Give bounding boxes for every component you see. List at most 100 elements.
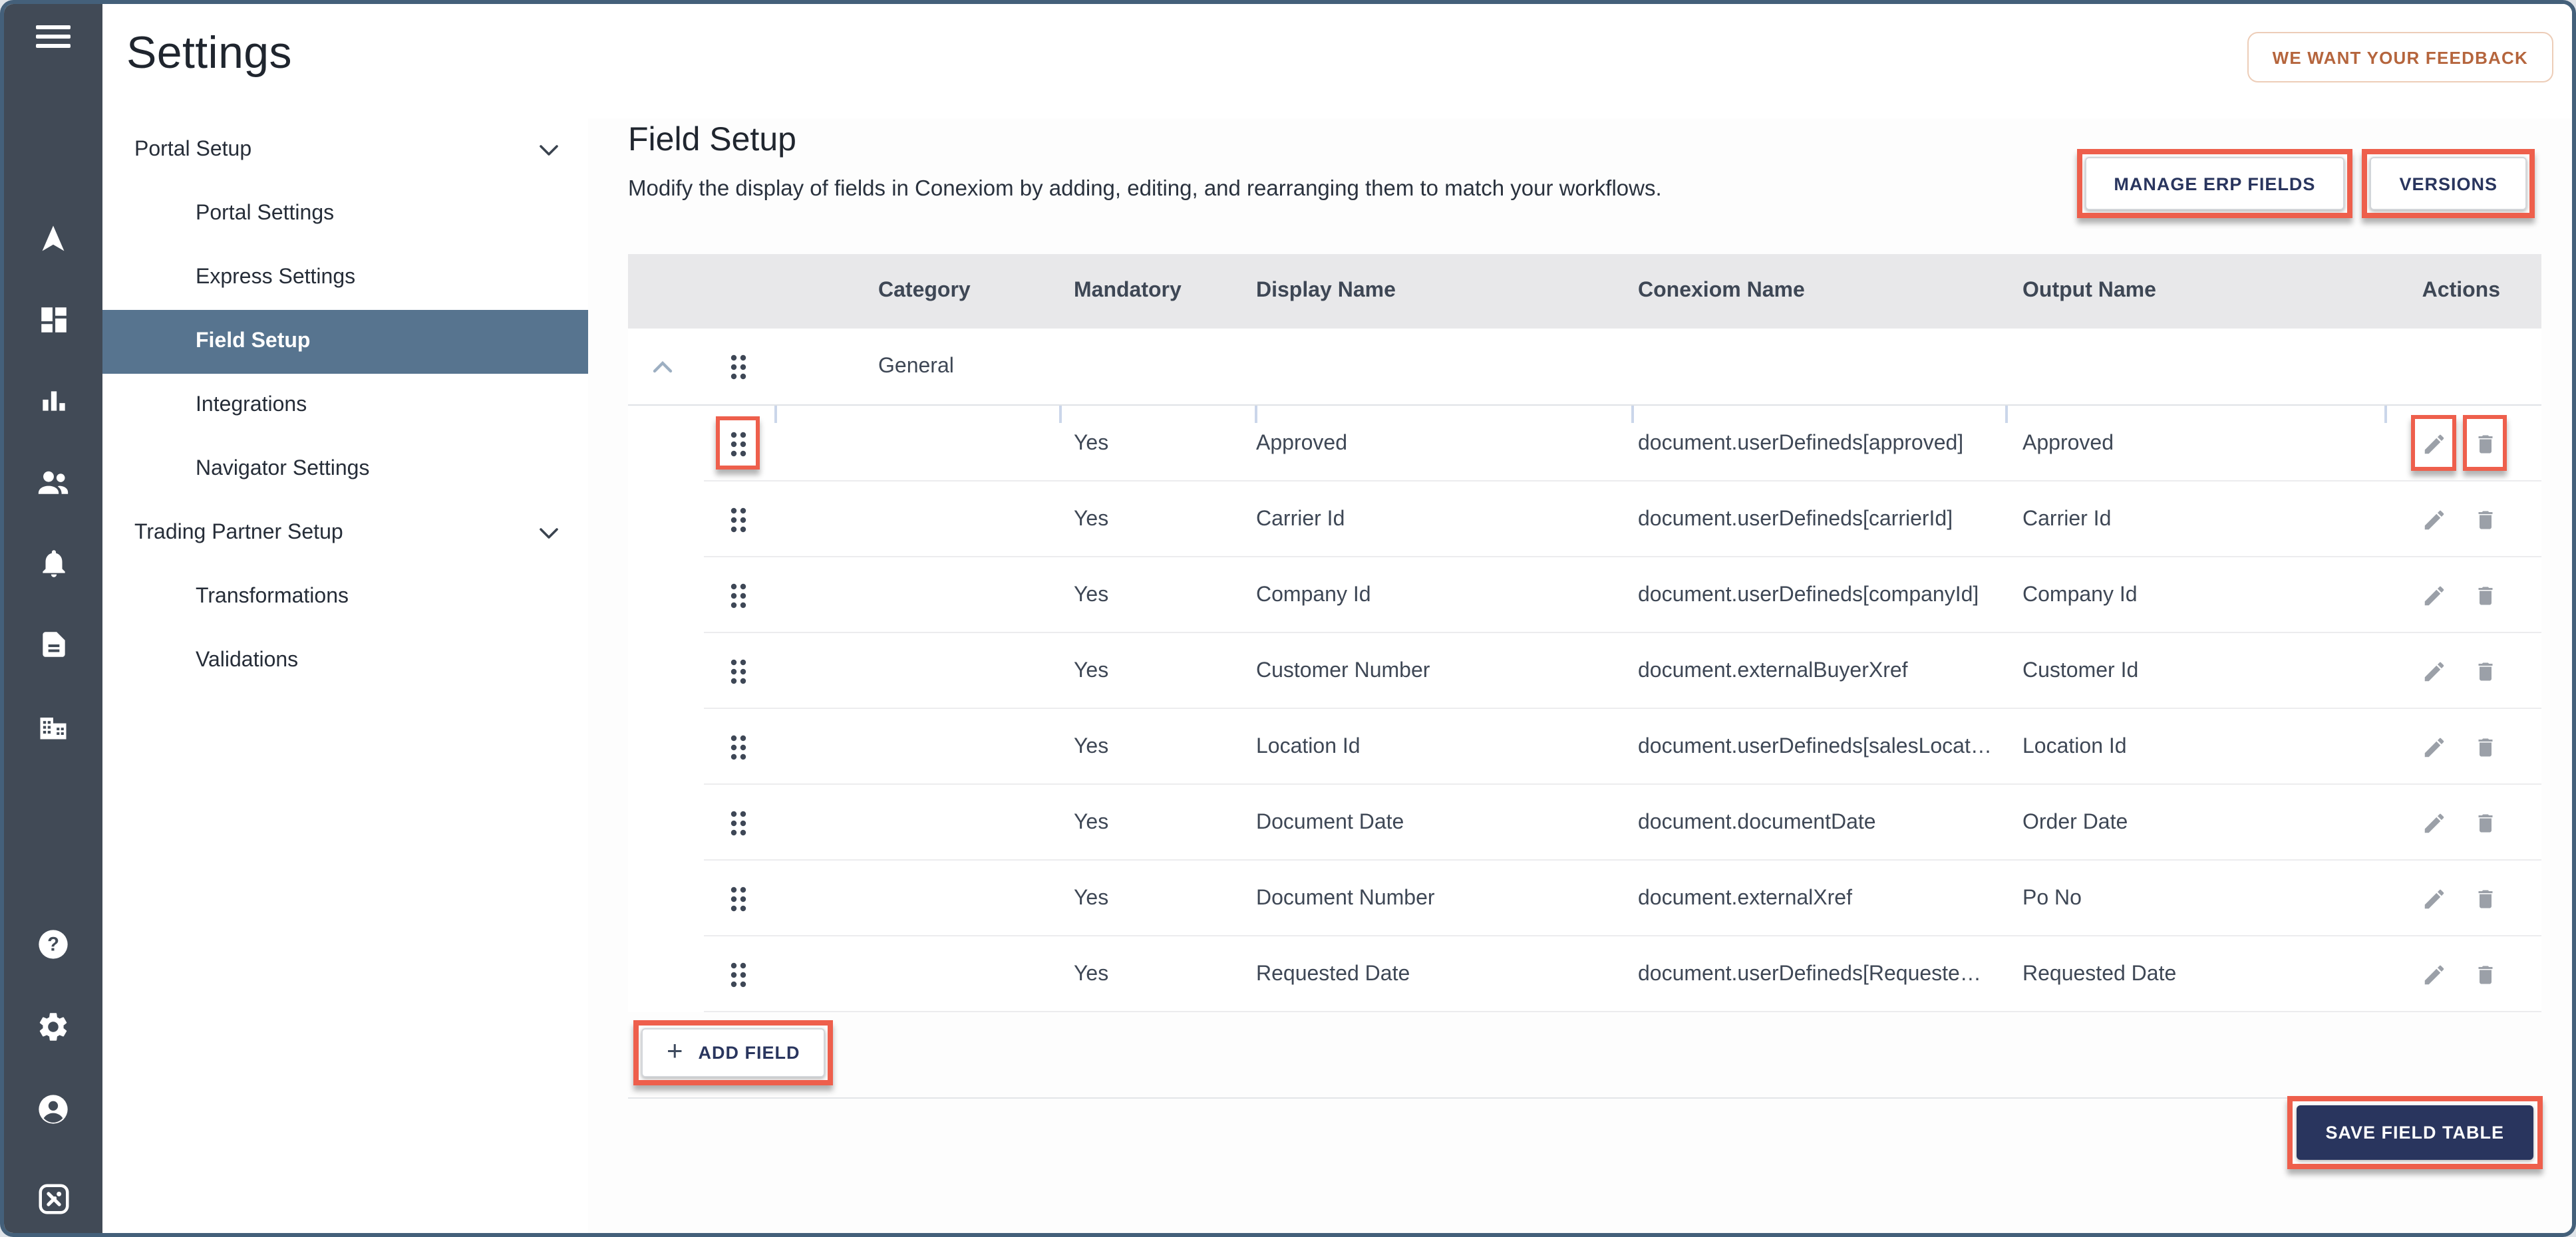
manage-erp-fields-button[interactable]: MANAGE ERP FIELDS (2084, 157, 2344, 210)
table-row: YesDocument Datedocument.documentDateOrd… (628, 785, 2541, 861)
header-actions: MANAGE ERP FIELDS VERSIONS (2084, 157, 2527, 210)
settings-gear-icon[interactable] (4, 986, 102, 1068)
cell-mandatory: Yes (1074, 785, 1108, 861)
cell-display-name: Customer Number (1256, 633, 1430, 709)
chevron-down-icon (539, 527, 559, 539)
cell-display-name: Approved (1256, 406, 1347, 481)
cell-conexiom-name: document.userDefineds[salesLocat… (1638, 709, 1992, 785)
sidebar-item-navigator-settings[interactable]: Navigator Settings (102, 438, 588, 501)
users-icon[interactable] (4, 442, 102, 523)
cell-conexiom-name: document.userDefineds[carrierId] (1638, 481, 1953, 557)
cell-display-name: Location Id (1256, 709, 1361, 785)
table-row: YesLocation Iddocument.userDefineds[sale… (628, 709, 2541, 785)
collapse-chevron-icon[interactable] (652, 360, 673, 372)
sidebar-item-field-setup[interactable]: Field Setup (102, 310, 588, 374)
bar-chart-icon[interactable] (4, 360, 102, 442)
dashboard-icon[interactable] (4, 279, 102, 360)
table-row: YesCustomer Numberdocument.externalBuyer… (628, 633, 2541, 709)
feedback-button[interactable]: WE WANT YOUR FEEDBACK (2247, 32, 2553, 82)
drag-handle-icon[interactable] (728, 352, 749, 381)
drag-handle-icon[interactable] (728, 808, 749, 837)
sidebar-item-portal-setup[interactable]: Portal Setup (102, 118, 588, 182)
sidebar-item-trading-partner-setup[interactable]: Trading Partner Setup (102, 501, 588, 565)
table-row: YesCompany Iddocument.userDefineds[compa… (628, 557, 2541, 633)
sidebar-item-label: Portal Settings (196, 202, 334, 226)
column-header-display-name: Display Name (1256, 254, 1396, 329)
cell-conexiom-name: document.userDefineds[approved] (1638, 406, 1963, 481)
add-field-button[interactable]: + ADD FIELD (641, 1028, 826, 1077)
cell-conexiom-name: document.userDefineds[Requeste… (1638, 936, 1981, 1012)
cell-mandatory: Yes (1074, 406, 1108, 481)
cell-output-name: Approved (2022, 406, 2114, 481)
cell-display-name: Document Number (1256, 861, 1435, 936)
delete-trash-icon[interactable] (2474, 810, 2497, 835)
edit-pencil-icon[interactable] (2422, 583, 2447, 608)
drag-handle-icon[interactable] (728, 732, 749, 761)
column-resize-tick (2005, 406, 2008, 423)
field-table: CategoryMandatoryDisplay NameConexiom Na… (628, 254, 2541, 1160)
delete-trash-icon[interactable] (2474, 507, 2497, 532)
company-icon[interactable] (4, 685, 102, 766)
icon-rail: ? (4, 4, 102, 1233)
hamburger-menu-icon[interactable] (36, 25, 71, 53)
edit-pencil-icon[interactable] (2422, 810, 2447, 835)
drag-handle-icon[interactable] (728, 505, 749, 534)
content-region: Settings WE WANT YOUR FEEDBACK Portal Se… (102, 4, 2572, 1233)
drag-handle-icon[interactable] (728, 581, 749, 610)
conexiom-logo-icon[interactable] (4, 1157, 102, 1237)
drag-handle-icon[interactable] (728, 884, 749, 913)
divider (628, 1097, 2541, 1099)
column-resize-tick (774, 406, 777, 423)
delete-trash-icon[interactable] (2474, 583, 2497, 608)
delete-trash-icon[interactable] (2474, 962, 2497, 987)
rail-icons-main (4, 198, 102, 766)
cell-conexiom-name: document.documentDate (1638, 785, 1876, 861)
drag-handle-icon[interactable] (728, 656, 749, 686)
sidebar-item-label: Integrations (196, 394, 307, 418)
sidebar-item-portal-settings[interactable]: Portal Settings (102, 182, 588, 246)
edit-pencil-icon[interactable] (2422, 507, 2447, 532)
sidebar-item-express-settings[interactable]: Express Settings (102, 246, 588, 310)
delete-trash-icon[interactable] (2474, 886, 2497, 911)
delete-trash-icon[interactable] (2474, 431, 2497, 456)
notifications-icon[interactable] (4, 523, 102, 604)
cell-mandatory: Yes (1074, 481, 1108, 557)
sidebar-item-label: Navigator Settings (196, 458, 369, 481)
sidebar-item-transformations[interactable]: Transformations (102, 565, 588, 629)
delete-trash-icon[interactable] (2474, 658, 2497, 684)
help-icon[interactable]: ? (4, 903, 102, 986)
column-header-output-name: Output Name (2022, 254, 2156, 329)
cell-mandatory: Yes (1074, 557, 1108, 633)
column-header-actions: Actions (2422, 254, 2500, 329)
cell-mandatory: Yes (1074, 936, 1108, 1012)
cell-display-name: Requested Date (1256, 936, 1410, 1012)
edit-pencil-icon[interactable] (2422, 431, 2447, 456)
cell-display-name: Carrier Id (1256, 481, 1345, 557)
delete-trash-icon[interactable] (2474, 734, 2497, 759)
sidebar-item-integrations[interactable]: Integrations (102, 374, 588, 438)
cell-mandatory: Yes (1074, 633, 1108, 709)
edit-pencil-icon[interactable] (2422, 886, 2447, 911)
cell-output-name: Requested Date (2022, 936, 2176, 1012)
drag-handle-icon[interactable] (728, 960, 749, 989)
document-icon[interactable] (4, 604, 102, 685)
drag-handle-icon[interactable] (728, 429, 749, 458)
account-icon[interactable] (4, 1068, 102, 1151)
table-rows: Yes Approved document.userDefineds[approve… (628, 406, 2541, 1012)
save-field-table-button[interactable]: SAVE FIELD TABLE (2296, 1105, 2533, 1160)
versions-button[interactable]: VERSIONS (2370, 157, 2527, 210)
cell-conexiom-name: document.externalXref (1638, 861, 1852, 936)
edit-pencil-icon[interactable] (2422, 962, 2447, 987)
cell-mandatory: Yes (1074, 861, 1108, 936)
sidebar-item-validations[interactable]: Validations (102, 629, 588, 693)
table-row: Yes Document Number document.externalXref P… (628, 861, 2541, 936)
cell-output-name: Po No (2022, 861, 2082, 936)
column-header-mandatory: Mandatory (1074, 254, 1182, 329)
column-header-conexiom-name: Conexiom Name (1638, 254, 1805, 329)
send-icon[interactable] (4, 198, 102, 279)
table-header: CategoryMandatoryDisplay NameConexiom Na… (628, 254, 2541, 329)
edit-pencil-icon[interactable] (2422, 658, 2447, 684)
sidebar-item-label: Express Settings (196, 266, 355, 290)
edit-pencil-icon[interactable] (2422, 734, 2447, 759)
rail-icons-bottom: ? (4, 903, 102, 1237)
